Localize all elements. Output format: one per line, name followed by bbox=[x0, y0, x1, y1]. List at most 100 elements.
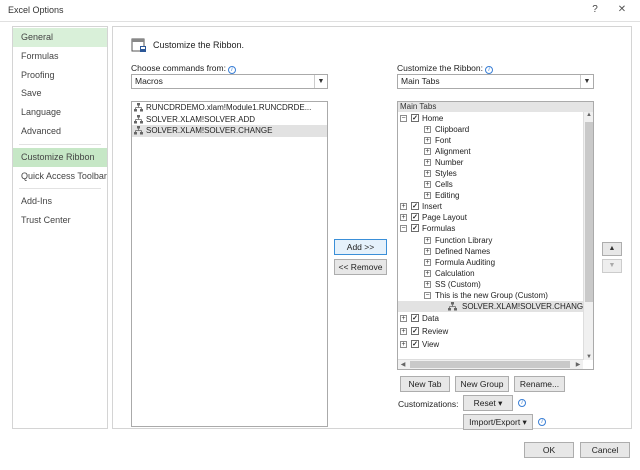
tree-horizontal-scrollbar[interactable]: ◀ ▶ bbox=[398, 359, 583, 369]
page-title: Customize the Ribbon. bbox=[153, 40, 245, 50]
sidebar-item-trust-center[interactable]: Trust Center bbox=[13, 211, 107, 230]
info-icon: i bbox=[227, 66, 236, 74]
info-icon: i bbox=[518, 399, 526, 407]
ribbon-tree[interactable]: Main Tabs − ✓ Home + Clipboard + Font + … bbox=[397, 101, 594, 370]
tree-vertical-scrollbar[interactable]: ▲ ▼ bbox=[583, 112, 593, 360]
expand-icon[interactable]: + bbox=[424, 181, 431, 188]
options-sidebar: General Formulas Proofing Save Language … bbox=[12, 26, 108, 429]
list-item[interactable]: RUNCDRDEMO.xlam!Module1.RUNCDRDE... bbox=[132, 102, 327, 114]
sidebar-divider bbox=[19, 141, 101, 145]
expand-icon[interactable]: + bbox=[424, 126, 431, 133]
customize-ribbon-select-value: Main Tabs bbox=[401, 76, 440, 86]
tree-item-selected-command[interactable]: SOLVER.XLAM!SOLVER.CHANGE bbox=[398, 301, 589, 312]
collapse-icon[interactable]: − bbox=[400, 115, 407, 122]
list-item[interactable]: SOLVER.XLAM!SOLVER.ADD bbox=[132, 114, 327, 126]
expand-icon[interactable]: + bbox=[424, 248, 431, 255]
macro-icon bbox=[448, 302, 457, 311]
scroll-left-icon[interactable]: ◀ bbox=[398, 361, 408, 368]
tree-item-label: This is the new Group (Custom) bbox=[435, 291, 548, 300]
expand-icon[interactable]: + bbox=[424, 170, 431, 177]
checkbox-checked[interactable]: ✓ bbox=[411, 340, 419, 348]
expand-icon[interactable]: + bbox=[424, 259, 431, 266]
sidebar-item-quick-access-toolbar[interactable]: Quick Access Toolbar bbox=[13, 167, 107, 186]
expand-icon[interactable]: + bbox=[400, 341, 407, 348]
tree-item-label: Insert bbox=[422, 202, 443, 211]
checkbox-checked[interactable]: ✓ bbox=[411, 224, 419, 232]
move-down-button[interactable]: ▼ bbox=[602, 259, 622, 273]
list-item-label: SOLVER.XLAM!SOLVER.ADD bbox=[146, 114, 256, 124]
sidebar-item-advanced[interactable]: Advanced bbox=[13, 122, 107, 141]
expand-icon[interactable]: + bbox=[424, 281, 431, 288]
choose-commands-label: Choose commands from: i bbox=[131, 63, 236, 74]
expand-icon[interactable]: + bbox=[400, 315, 407, 322]
chevron-down-icon[interactable]: ▼ bbox=[314, 75, 327, 88]
expand-icon[interactable]: + bbox=[424, 192, 431, 199]
scroll-up-icon[interactable]: ▲ bbox=[584, 112, 593, 118]
checkbox-checked[interactable]: ✓ bbox=[411, 314, 419, 322]
tree-item-label: Number bbox=[435, 158, 464, 167]
tree-header: Main Tabs bbox=[398, 102, 593, 112]
sidebar-item-general[interactable]: General bbox=[13, 28, 107, 47]
window-title: Excel Options bbox=[8, 5, 64, 15]
tree-item-label: Formula Auditing bbox=[435, 258, 496, 267]
expand-icon[interactable]: + bbox=[424, 159, 431, 166]
scroll-right-icon[interactable]: ▶ bbox=[573, 361, 583, 368]
expand-icon[interactable]: + bbox=[424, 148, 431, 155]
sidebar-item-save[interactable]: Save bbox=[13, 84, 107, 103]
tree-item-label: Defined Names bbox=[435, 247, 491, 256]
tree-item-label: Formulas bbox=[422, 224, 456, 233]
new-group-button[interactable]: New Group bbox=[455, 376, 509, 392]
import-export-button[interactable]: Import/Export ▾ bbox=[463, 414, 533, 430]
reset-button[interactable]: Reset ▾ bbox=[463, 395, 513, 411]
cancel-button[interactable]: Cancel bbox=[580, 442, 630, 458]
scrollbar-thumb[interactable] bbox=[585, 122, 593, 302]
tree-item-label: SS (Custom) bbox=[435, 280, 481, 289]
expand-icon[interactable]: + bbox=[424, 137, 431, 144]
tree-item-label: SOLVER.XLAM!SOLVER.CHANGE bbox=[462, 302, 589, 311]
sidebar-item-language[interactable]: Language bbox=[13, 103, 107, 122]
list-item-label: RUNCDRDEMO.xlam!Module1.RUNCDRDE... bbox=[146, 103, 312, 112]
remove-button[interactable]: << Remove bbox=[334, 259, 387, 275]
new-tab-button[interactable]: New Tab bbox=[400, 376, 450, 392]
choose-commands-select[interactable]: Macros ▼ bbox=[131, 74, 328, 89]
sidebar-item-add-ins[interactable]: Add-Ins bbox=[13, 192, 107, 211]
move-up-button[interactable]: ▲ bbox=[602, 242, 622, 256]
checkbox-checked[interactable]: ✓ bbox=[411, 114, 419, 122]
commands-list[interactable]: RUNCDRDEMO.xlam!Module1.RUNCDRDE... SOLV… bbox=[131, 101, 328, 427]
chevron-down-icon[interactable]: ▼ bbox=[580, 75, 593, 88]
choose-commands-label-text: Choose commands from: bbox=[131, 63, 226, 73]
macro-icon bbox=[134, 103, 143, 112]
collapse-icon[interactable]: − bbox=[400, 225, 407, 232]
expand-icon[interactable]: + bbox=[400, 214, 407, 221]
main-panel: Customize the Ribbon. Choose commands fr… bbox=[112, 26, 632, 430]
expand-icon[interactable]: + bbox=[424, 270, 431, 277]
scroll-down-icon[interactable]: ▼ bbox=[584, 354, 593, 360]
tree-item-label: Clipboard bbox=[435, 125, 470, 134]
checkbox-checked[interactable]: ✓ bbox=[411, 327, 419, 335]
rename-button[interactable]: Rename... bbox=[514, 376, 565, 392]
expand-icon[interactable]: + bbox=[400, 203, 407, 210]
checkbox-checked[interactable]: ✓ bbox=[411, 213, 419, 221]
ok-button[interactable]: OK bbox=[524, 442, 574, 458]
sidebar-divider bbox=[19, 185, 101, 190]
collapse-icon[interactable]: − bbox=[424, 292, 431, 299]
expand-icon[interactable]: + bbox=[424, 237, 431, 244]
checkbox-checked[interactable]: ✓ bbox=[411, 202, 419, 210]
customizations-label: Customizations: bbox=[398, 399, 459, 409]
close-button[interactable]: ✕ bbox=[608, 2, 636, 18]
macro-icon bbox=[134, 114, 143, 123]
scrollbar-thumb[interactable] bbox=[410, 361, 570, 368]
info-icon: i bbox=[485, 66, 493, 74]
sidebar-item-proofing[interactable]: Proofing bbox=[13, 66, 107, 85]
choose-commands-select-value: Macros bbox=[135, 76, 163, 86]
tree-item-label: Review bbox=[422, 327, 449, 336]
info-icon: i bbox=[538, 418, 546, 426]
customize-ribbon-select[interactable]: Main Tabs ▼ bbox=[397, 74, 594, 89]
title-bar: Excel Options ? ✕ bbox=[0, 0, 640, 22]
expand-icon[interactable]: + bbox=[400, 328, 407, 335]
help-button[interactable]: ? bbox=[582, 2, 608, 18]
list-item-selected[interactable]: SOLVER.XLAM!SOLVER.CHANGE bbox=[132, 125, 327, 137]
sidebar-item-customize-ribbon[interactable]: Customize Ribbon bbox=[13, 147, 107, 167]
sidebar-item-formulas[interactable]: Formulas bbox=[13, 47, 107, 66]
add-button[interactable]: Add >> bbox=[334, 239, 387, 255]
